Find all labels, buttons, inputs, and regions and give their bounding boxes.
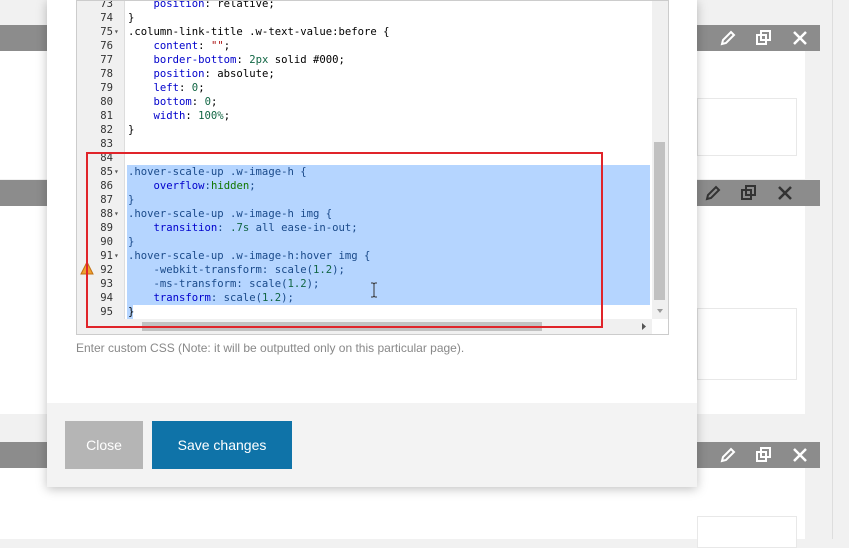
code-text: content: ""; bbox=[153, 40, 231, 52]
page-scrollbar[interactable] bbox=[832, 0, 849, 539]
code-text: border-bottom: 2px solid #000; bbox=[153, 54, 345, 66]
line-number: 77 bbox=[100, 54, 113, 66]
code-line: 77 border-bottom: 2px solid #000; bbox=[77, 53, 652, 67]
fold-toggle-icon[interactable]: ▾ bbox=[114, 25, 124, 39]
background-inner-3 bbox=[697, 516, 797, 548]
close-icon[interactable] bbox=[790, 445, 810, 465]
code-text: width: 100%; bbox=[153, 110, 231, 122]
close-icon[interactable] bbox=[790, 28, 810, 48]
pencil-icon[interactable] bbox=[718, 28, 738, 48]
duplicate-icon[interactable] bbox=[754, 445, 774, 465]
line-number: 83 bbox=[100, 138, 113, 150]
css-hint-text: Enter custom CSS (Note: it will be outpu… bbox=[76, 341, 465, 355]
editor-vertical-scrollbar[interactable] bbox=[652, 1, 668, 319]
line-number: 76 bbox=[100, 40, 113, 52]
code-text: .column-link-title .w-text-value:before … bbox=[128, 26, 390, 38]
code-text: } bbox=[128, 124, 135, 136]
code-line: 81 width: 100%; bbox=[77, 109, 652, 123]
code-line: 74} bbox=[77, 11, 652, 25]
modal-footer: Close Save changes bbox=[47, 403, 697, 487]
row-controls-3 bbox=[718, 445, 810, 465]
code-line: 75 ▾ .column-link-title .w-text-value:befo… bbox=[77, 25, 652, 39]
background-inner-2 bbox=[697, 308, 797, 380]
code-text: position: absolute; bbox=[153, 68, 275, 80]
code-line: 79 left: 0; bbox=[77, 81, 652, 95]
close-button[interactable]: Close bbox=[65, 421, 143, 469]
code-line: 76 content: ""; bbox=[77, 39, 652, 53]
scroll-down-arrow-icon[interactable] bbox=[656, 307, 664, 315]
vertical-scroll-thumb[interactable] bbox=[654, 142, 665, 300]
row-controls-1 bbox=[718, 28, 810, 48]
pencil-icon[interactable] bbox=[718, 445, 738, 465]
code-text: bottom: 0; bbox=[153, 96, 218, 108]
code-text: left: 0; bbox=[153, 82, 205, 94]
code-line: 80 bottom: 0; bbox=[77, 95, 652, 109]
line-number: 75 bbox=[100, 26, 113, 38]
line-number: 81 bbox=[100, 110, 113, 122]
close-icon[interactable] bbox=[775, 183, 795, 203]
line-number: 73 bbox=[100, 0, 113, 10]
code-text: position: relative; bbox=[153, 0, 275, 10]
line-number: 82 bbox=[100, 124, 113, 136]
duplicate-icon[interactable] bbox=[754, 28, 774, 48]
line-number: 80 bbox=[100, 96, 113, 108]
save-changes-button[interactable]: Save changes bbox=[152, 421, 292, 469]
line-number: 79 bbox=[100, 82, 113, 94]
code-line: 83 bbox=[77, 137, 652, 151]
pencil-icon[interactable] bbox=[703, 183, 723, 203]
scroll-right-arrow-icon[interactable] bbox=[640, 322, 648, 331]
code-line: 73 position: relative; bbox=[77, 0, 652, 11]
line-number: 74 bbox=[100, 12, 113, 24]
duplicate-icon[interactable] bbox=[739, 183, 759, 203]
line-number: 78 bbox=[100, 68, 113, 80]
code-line: 82} bbox=[77, 123, 652, 137]
code-line: 78 position: absolute; bbox=[77, 67, 652, 81]
code-text: } bbox=[128, 12, 135, 24]
background-inner-1 bbox=[697, 98, 797, 156]
annotation-highlight-box bbox=[86, 152, 603, 328]
row-controls-2 bbox=[703, 183, 795, 203]
